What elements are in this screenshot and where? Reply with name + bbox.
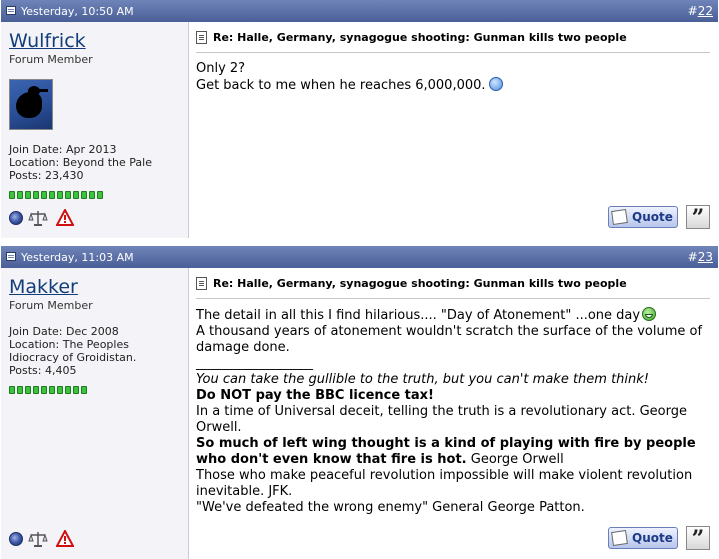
- reputation-bar: [9, 379, 89, 394]
- post-number-link[interactable]: 22: [698, 4, 713, 18]
- post-title-text: Re: Halle, Germany, synagogue shooting: …: [213, 31, 627, 44]
- reputation-pip: [49, 386, 55, 394]
- reputation-pip: [41, 386, 47, 394]
- reputation-pip: [33, 386, 39, 394]
- post-title: Re: Halle, Germany, synagogue shooting: …: [196, 277, 627, 290]
- warning-icon[interactable]: [56, 209, 74, 227]
- reputation-pip: [81, 191, 87, 199]
- post-number: #23: [687, 250, 713, 264]
- scales-icon[interactable]: [28, 530, 48, 548]
- join-date: Join Date: Dec 2008: [9, 325, 119, 338]
- post-23: Yesterday, 11:03 AM #23 Makker Forum Mem…: [0, 246, 719, 559]
- signature-line: Do NOT pay the BBC licence tax!: [196, 388, 434, 403]
- warning-icon[interactable]: [56, 530, 74, 548]
- reputation-pip: [9, 191, 15, 199]
- post-icon: [6, 252, 16, 261]
- posts-count: Posts: 4,405: [9, 364, 77, 377]
- crow-avatar-image: [16, 86, 48, 118]
- location: Location: Beyond the Pale: [9, 156, 152, 169]
- reputation-pip: [25, 191, 31, 199]
- scales-icon[interactable]: [28, 209, 48, 227]
- multiquote-icon[interactable]: ”: [686, 205, 710, 230]
- post-message: The detail in all this I find hilarious.…: [196, 307, 710, 516]
- posts-count: Posts: 23,430: [9, 169, 84, 182]
- document-icon: [196, 277, 207, 290]
- join-date: Join Date: Apr 2013: [9, 143, 117, 156]
- post-message: Only 2? Get back to me when he reaches 6…: [196, 61, 710, 94]
- post-date: Yesterday, 11:03 AM: [21, 251, 134, 264]
- reputation-pip: [57, 386, 63, 394]
- signature-line: So much of left wing thought is a kind o…: [196, 436, 696, 467]
- username-link[interactable]: Makker: [9, 276, 78, 298]
- username-link[interactable]: Wulfrick: [9, 30, 86, 52]
- message-line: The detail in all this I find hilarious.…: [196, 307, 710, 324]
- reputation-pip: [49, 191, 55, 199]
- location: Location: The Peoples: [9, 338, 129, 351]
- reputation-pip: [81, 386, 87, 394]
- post-header: Yesterday, 10:50 AM #22: [1, 0, 718, 22]
- post-number-link[interactable]: 23: [698, 250, 713, 264]
- signature-line: "We've defeated the wrong enemy" General…: [196, 500, 585, 515]
- post-title: Re: Halle, Germany, synagogue shooting: …: [196, 31, 627, 44]
- quote-icon: [611, 209, 628, 225]
- reputation-pip: [41, 191, 47, 199]
- reputation-pip: [17, 386, 23, 394]
- reputation-pip: [65, 191, 71, 199]
- post-number: #22: [687, 4, 713, 18]
- reputation-pip: [25, 386, 31, 394]
- quote-button[interactable]: Quote: [608, 206, 678, 228]
- post-22: Yesterday, 10:50 AM #22 Wulfrick Forum M…: [0, 0, 719, 238]
- grin-smiley-icon: [642, 307, 657, 321]
- multiquote-icon[interactable]: ”: [686, 526, 710, 551]
- signature-line: Those who make peaceful revolution impos…: [196, 468, 693, 499]
- title-separator: [196, 298, 710, 299]
- reputation-pip: [73, 386, 79, 394]
- reputation-bar: [9, 184, 105, 199]
- reputation-pip: [57, 191, 63, 199]
- user-panel: Wulfrick Forum Member Join Date: Apr 201…: [1, 22, 189, 238]
- reputation-pip: [33, 191, 39, 199]
- post-icon: [6, 6, 16, 15]
- reputation-pip: [73, 191, 79, 199]
- online-status-icon[interactable]: [9, 532, 23, 546]
- signature-line: In a time of Universal deceit, telling t…: [196, 404, 687, 435]
- post-header: Yesterday, 11:03 AM #23: [1, 246, 718, 268]
- reputation-pip: [17, 191, 23, 199]
- document-icon: [196, 31, 207, 44]
- reputation-pip: [97, 191, 103, 199]
- signature-line: You can take the gullible to the truth, …: [196, 372, 650, 387]
- smiley-icon: [488, 77, 503, 91]
- signature-divider: __________________: [196, 356, 313, 371]
- location-continued: Idiocracy of Groidistan.: [9, 351, 137, 364]
- post-content-panel: Re: Halle, Germany, synagogue shooting: …: [189, 22, 718, 238]
- user-title: Forum Member: [9, 299, 93, 312]
- avatar[interactable]: [9, 79, 53, 130]
- user-info: Join Date: Apr 2013 Location: Beyond the…: [9, 143, 152, 182]
- message-line: Only 2?: [196, 61, 246, 76]
- reputation-pip: [65, 386, 71, 394]
- post-title-text: Re: Halle, Germany, synagogue shooting: …: [213, 277, 627, 290]
- title-separator: [196, 52, 710, 53]
- quote-icon: [611, 530, 628, 546]
- post-date: Yesterday, 10:50 AM: [21, 5, 134, 18]
- quote-button[interactable]: Quote: [608, 527, 678, 549]
- online-status-icon[interactable]: [9, 211, 23, 225]
- reputation-pip: [89, 191, 95, 199]
- reputation-pip: [9, 386, 15, 394]
- user-info: Join Date: Dec 2008 Location: The People…: [9, 325, 136, 377]
- user-panel: Makker Forum Member Join Date: Dec 2008 …: [1, 268, 189, 559]
- post-content-panel: Re: Halle, Germany, synagogue shooting: …: [189, 268, 718, 559]
- message-line: Get back to me when he reaches 6,000,000…: [196, 77, 710, 94]
- user-title: Forum Member: [9, 53, 93, 66]
- message-line: A thousand years of atonement wouldn't s…: [196, 324, 703, 355]
